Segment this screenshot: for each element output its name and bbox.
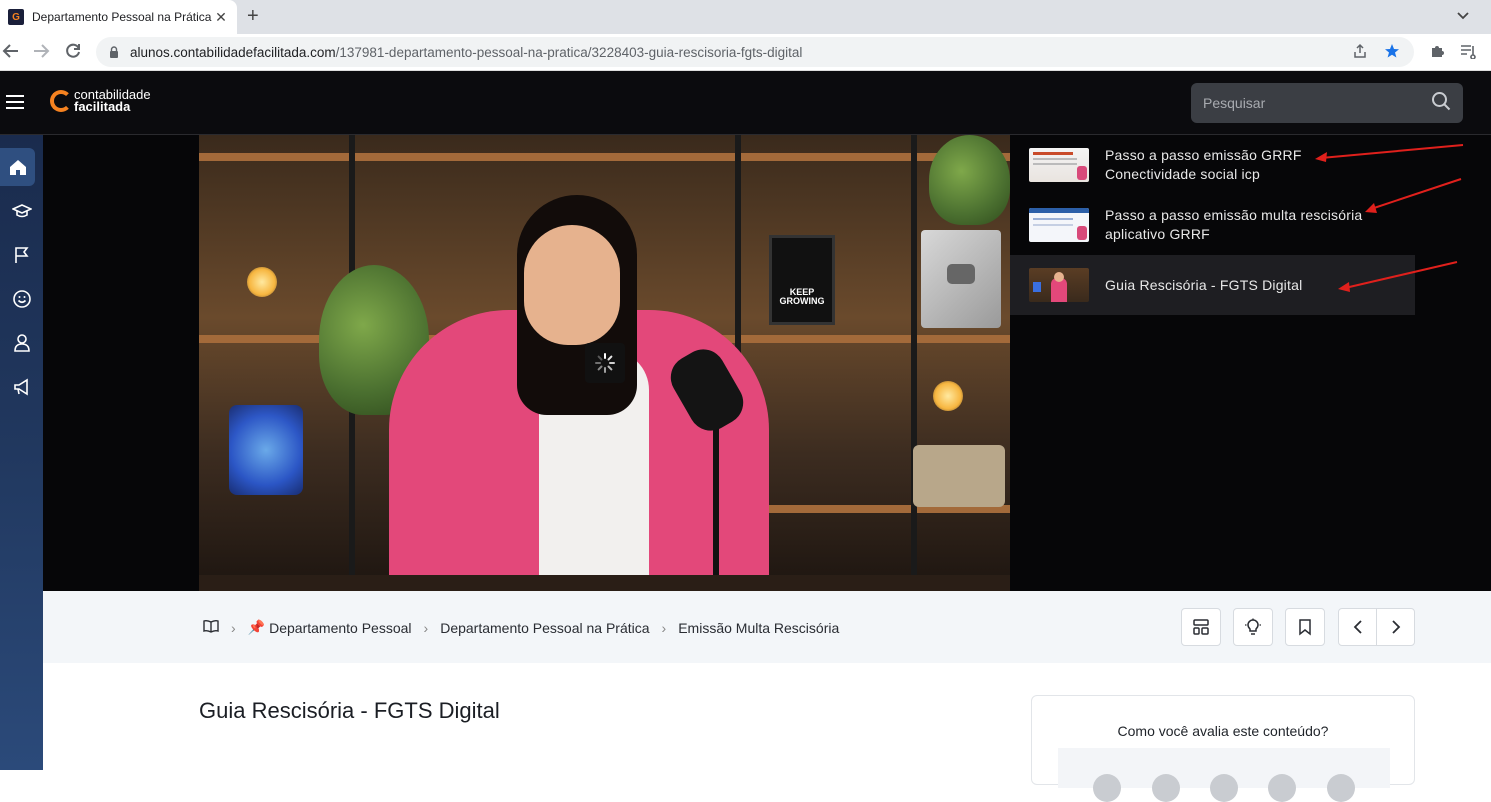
playlist-item-title: Passo a passo emissão multa rescisória [1105,207,1363,223]
extensions-puzzle-icon[interactable] [1429,43,1445,64]
rating-options [1058,748,1390,802]
home-icon [9,160,26,175]
browser-toolbar: alunos.contabilidadefacilitada.com/13798… [0,34,1491,71]
chevron-right-icon: › [231,619,236,636]
rating-option[interactable] [1209,774,1238,802]
chevron-right-icon: › [423,619,429,636]
rating-option[interactable] [1326,774,1355,802]
breadcrumb-item[interactable]: Departamento Pessoal na Prática [440,620,649,636]
pin-icon: 📌 [247,619,266,635]
search-icon[interactable] [1431,91,1451,116]
neon-logo-sign [229,405,303,495]
youtube-plaque [921,230,1001,328]
forward-arrow-icon[interactable] [32,42,50,64]
search-box [1191,83,1463,123]
megaphone-icon [13,378,28,396]
breadcrumb-bar: › 📌 Departamento Pessoal › Departamento … [43,591,1491,663]
new-tab-icon[interactable]: + [247,6,259,26]
rating-option[interactable] [1268,774,1297,802]
url-path: /137981-departamento-pessoal-na-pratica/… [335,44,803,60]
annotation-arrow-icon [1365,178,1462,213]
sidebar-item-community[interactable] [0,280,43,318]
search-input[interactable] [1203,95,1431,111]
lock-icon [110,46,118,58]
lightbulb-icon [1245,618,1261,635]
rating-option[interactable] [1151,774,1180,802]
bookmark-button[interactable] [1285,608,1325,646]
lesson-navigation [1338,608,1415,646]
playlist-item-subtitle: aplicativo GRRF [1105,226,1210,242]
playlist-thumbnail [1029,208,1089,242]
breadcrumb: › 📌 Departamento Pessoal › Departamento … [203,619,839,636]
url-host: alunos.contabilidadefacilitada.com [130,44,336,60]
logo-mark-icon [50,90,72,112]
previous-lesson-button[interactable] [1339,609,1377,645]
next-lesson-button[interactable] [1377,609,1414,645]
poster-text: KEEP GROWING [779,287,825,306]
lesson-title: Guia Rescisória - FGTS Digital [199,698,500,723]
chevron-right-icon [1391,620,1400,634]
menu-hamburger-icon[interactable] [6,95,24,109]
sidebar-item-trails[interactable] [0,236,43,274]
tab-title: Departamento Pessoal na Prática [32,10,212,24]
playlist-thumbnail [1029,268,1089,302]
sidebar-item-profile[interactable] [0,324,43,362]
book-icon[interactable] [203,619,219,636]
layout-button[interactable] [1181,608,1221,646]
playlist-item-subtitle: Conectividade social icp [1105,166,1260,182]
back-arrow-icon[interactable] [2,42,20,64]
video-player[interactable]: KEEP GROWING [199,135,1010,591]
tab-search-chevron-icon[interactable] [1457,9,1469,23]
browser-tab[interactable]: G Departamento Pessoal na Prática ✕ [0,0,237,34]
browser-tabbar: G Departamento Pessoal na Prática ✕ + [0,0,1491,34]
rating-option[interactable] [1093,774,1122,802]
logo-line2: facilitada [74,99,131,114]
brand-logo[interactable]: contabilidade facilitada [50,88,151,114]
reading-list-icon[interactable] [1459,43,1477,64]
retro-radio [913,445,1005,507]
flag-icon [14,247,29,263]
rating-question: Como você avalia este conteúdo? [1117,723,1329,739]
address-bar[interactable]: alunos.contabilidadefacilitada.com/13798… [96,37,1414,67]
bookmark-icon [1299,619,1311,636]
smile-icon [12,290,31,308]
tips-button[interactable] [1233,608,1273,646]
sidebar-item-home[interactable] [0,148,35,186]
playlist-thumbnail [1029,148,1089,182]
app-header: contabilidade facilitada [0,71,1491,135]
url-text: alunos.contabilidadefacilitada.com/13798… [130,45,802,60]
keep-growing-poster: KEEP GROWING [769,235,835,325]
playlist-item-title: Passo a passo emissão GRRF [1105,147,1302,163]
breadcrumb-item[interactable]: Departamento Pessoal [269,620,411,636]
user-icon [13,334,30,352]
playlist-item-title: Guia Rescisória - FGTS Digital [1105,276,1303,293]
sidebar-item-announcements[interactable] [0,368,43,406]
graduation-cap-icon [11,204,32,218]
annotation-arrow-icon [1338,261,1458,292]
site-favicon-icon: G [8,9,24,25]
playlist-item[interactable]: Passo a passo emissão multa rescisória a… [1010,195,1415,255]
share-icon[interactable] [1352,43,1368,64]
annotation-arrow-icon [1315,144,1464,162]
breadcrumb-item[interactable]: Emissão Multa Rescisória [678,620,839,636]
sidebar-item-courses[interactable] [0,192,43,230]
reload-icon[interactable] [64,42,82,64]
bookmark-star-icon[interactable] [1384,43,1400,64]
chevron-right-icon: › [661,619,667,636]
layout-icon [1193,619,1209,635]
rating-card: Como você avalia este conteúdo? [1031,695,1415,802]
player-area: KEEP GROWING Passo a passo emissão GRRF … [43,135,1491,591]
close-tab-icon[interactable]: ✕ [213,9,229,26]
loading-spinner-icon [585,343,625,383]
left-sidebar [0,135,43,770]
chevron-left-icon [1353,620,1362,634]
